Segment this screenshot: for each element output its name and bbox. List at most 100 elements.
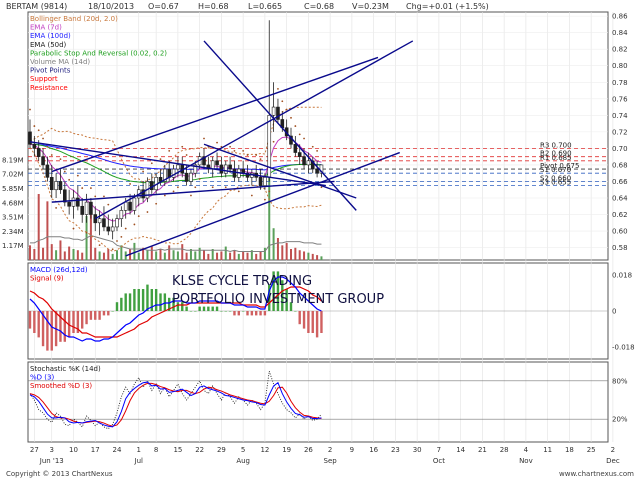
volume-bar [168, 245, 171, 260]
candle-body [49, 177, 54, 191]
volume-bar [102, 252, 105, 260]
macd-histogram-bar [315, 311, 319, 338]
macd-histogram-bar [250, 311, 254, 316]
x-tick-day: 15 [173, 446, 182, 454]
volume-bar [290, 249, 292, 260]
psar-dot [124, 227, 127, 230]
macd-histogram-bar [37, 311, 40, 338]
volume-tick-label: 5.85M [2, 185, 24, 193]
volume-bar [198, 247, 201, 260]
psar-dot [163, 194, 166, 197]
x-tick-day: 9 [350, 446, 354, 454]
x-tick-day: 5 [241, 446, 245, 454]
volume-bar [94, 247, 97, 260]
psar-dot [246, 154, 249, 156]
volume-bar [81, 252, 84, 260]
volume-label: V=0.23M [352, 2, 389, 11]
macd-histogram-bar [111, 311, 114, 312]
psar-dot [133, 223, 136, 226]
psar-dot [150, 162, 153, 165]
volume-tick-label: 8.19M [2, 156, 24, 164]
x-tick-day: 3 [50, 446, 54, 454]
x-tick-day: 14 [456, 446, 465, 454]
psar-dot [194, 186, 197, 189]
x-tick-month: Jun '13 [39, 457, 64, 465]
volume-bar [63, 251, 66, 260]
symbol-label: BERTAM (9814) [6, 2, 67, 11]
candle-body [228, 164, 232, 170]
psar-dot [59, 158, 62, 161]
psar-dot [168, 149, 171, 152]
volume-bar [194, 251, 197, 260]
legend-entry: MACD (26d,12d) [30, 266, 88, 274]
candle-body [110, 226, 115, 232]
price-tick-label: 0.70 [612, 145, 628, 153]
x-tick-month: Oct [433, 457, 445, 465]
macd-histogram-bar [307, 311, 310, 333]
x-tick-day: 30 [413, 446, 422, 454]
candle-body [232, 168, 237, 178]
macd-histogram-bar [46, 311, 49, 351]
x-tick-day: 29 [217, 446, 226, 454]
legend-entry: Pivot Points [30, 67, 71, 75]
macd-histogram-bar [255, 311, 258, 316]
volume-bar [33, 249, 36, 260]
volume-bar [111, 253, 114, 260]
watermark-line-2: PORTFOLIO INVESTMENT GROUP [172, 292, 384, 307]
change-label: Chg=+0.01 (+1.5%) [406, 2, 489, 11]
x-tick-month: Aug [236, 457, 250, 465]
macd-histogram-bar [263, 311, 267, 316]
psar-dot [129, 183, 131, 185]
candle-body [132, 197, 137, 211]
pivot-label: S3 0.655 [540, 179, 571, 187]
candle-body [76, 197, 80, 207]
macd-histogram-bar [89, 311, 93, 320]
candle-body [115, 218, 119, 228]
volume-bar [294, 247, 297, 260]
psar-dot [68, 178, 71, 181]
psar-dot [42, 137, 44, 140]
legend-entry: %D (3) [30, 374, 54, 382]
candle-body [84, 201, 89, 215]
macd-histogram-bar [28, 311, 32, 329]
high-label: H=0.68 [198, 2, 229, 11]
x-tick-day: 4 [524, 446, 529, 454]
x-tick-day: 21 [478, 446, 487, 454]
volume-bar [98, 251, 101, 260]
macd-histogram-bar [294, 311, 297, 312]
volume-bar [133, 242, 136, 260]
candle-body [119, 210, 124, 219]
candle-body [106, 226, 111, 232]
candle-body [89, 201, 93, 215]
volume-bar [107, 249, 110, 260]
macd-histogram-bar [215, 306, 219, 311]
macd-histogram-bar [298, 311, 301, 325]
price-tick-label: 0.82 [612, 46, 628, 54]
psar-dot [237, 190, 240, 193]
volume-bar [72, 249, 75, 260]
price-tick-label: 0.84 [612, 29, 628, 37]
legend-entry: EMA (50d) [30, 41, 67, 49]
price-tick-label: 0.74 [612, 112, 628, 120]
x-tick-day: 27 [30, 446, 39, 454]
volume-bar [155, 251, 158, 260]
x-tick-day: 8 [154, 446, 158, 454]
psar-dot [233, 149, 236, 152]
psar-dot [72, 227, 75, 230]
psar-dot [224, 186, 227, 189]
macd-tick-label: -0.018 [612, 344, 635, 352]
psar-dot [229, 145, 232, 148]
volume-bar [55, 250, 58, 260]
macd-histogram-bar [81, 311, 84, 329]
volume-bar [259, 251, 262, 260]
x-tick-month: Nov [519, 457, 533, 465]
volume-bar [216, 252, 219, 260]
macd-histogram-bar [124, 293, 127, 311]
stoch-tick-label: 80% [612, 377, 628, 385]
psar-dot [264, 198, 266, 201]
psar-dot [211, 186, 214, 189]
psar-dot [159, 158, 162, 161]
stoch-tick-label: 20% [612, 416, 628, 424]
volume-bar [285, 242, 288, 260]
x-tick-month: Jul [134, 457, 144, 465]
